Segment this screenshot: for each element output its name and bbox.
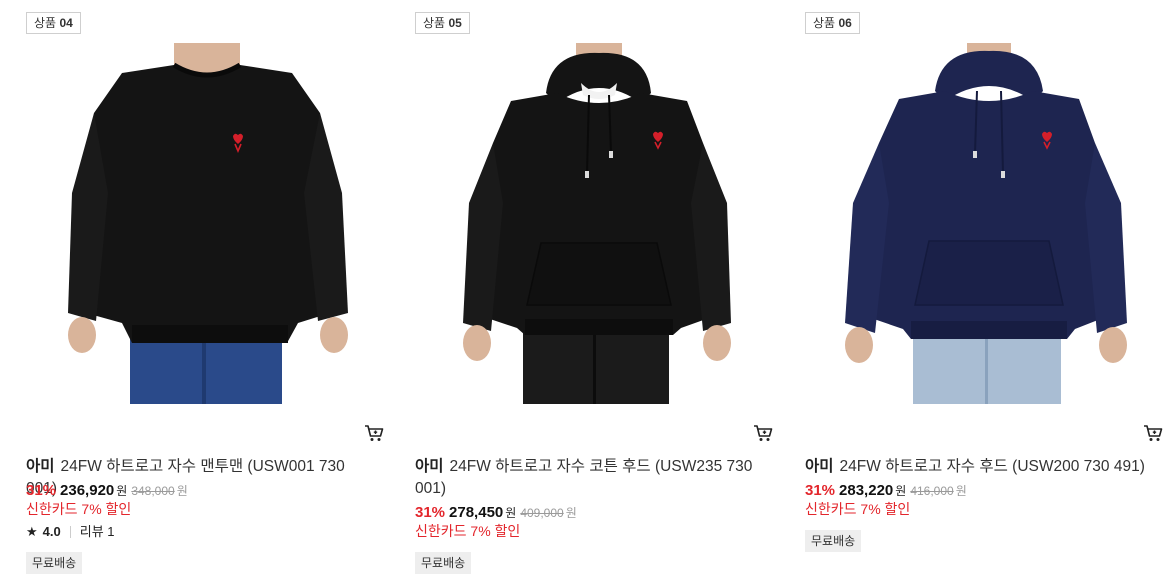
card-discount-text: 신한카드 7% 할인 [805,501,911,517]
rating-score: 4.0 [42,524,61,539]
sale-price: 283,220 [839,482,894,499]
price-row: 31% 236,920 원 348,000 원 [26,481,188,501]
currency-label: 원 [116,484,128,498]
free-shipping-badge: 무료배송 [415,552,472,574]
sweatshirt-image [52,43,362,404]
product-name[interactable]: 24FW 하트로고 자수 코튼 후드 (USW235 730 001) [415,458,752,497]
original-price: 409,000 [520,506,564,520]
add-to-cart-button[interactable] [364,424,384,442]
price-row: 31% 278,450 원 409,000 원 [415,503,577,523]
price-row: 31% 283,220 원 416,000 원 [805,481,967,501]
rank-label: 상품 06 [805,12,860,34]
shopping-cart-icon [1144,425,1163,441]
original-currency-label: 원 [565,506,577,520]
product-title[interactable]: 아미 24FW 하트로고 자수 후드 (USW200 730 491) [805,456,1150,478]
original-currency-label: 원 [176,484,188,498]
original-price: 416,000 [910,484,954,498]
add-to-cart-button[interactable] [753,424,773,442]
add-to-cart-button[interactable] [1143,424,1163,442]
discount-rate: 31% [26,482,57,499]
product-image[interactable] [831,43,1141,404]
sweatshirt-body [86,65,330,343]
card-discount-text: 신한카드 7% 할인 [26,501,132,517]
free-shipping-badge: 무료배송 [26,552,83,574]
rating-row[interactable]: ★ 4.0 리뷰 1 [26,523,115,541]
product-image[interactable] [441,43,751,404]
free-shipping-badge: 무료배송 [805,530,862,552]
product-card[interactable]: 상품 06 아미 24FW 하트로고 자수 후드 (USW200 730 491… [805,0,1167,585]
card-discount-text: 신한카드 7% 할인 [415,523,521,539]
divider [69,526,71,538]
discount-rate: 31% [415,504,446,521]
discount-rate: 31% [805,482,836,499]
review-count[interactable]: 리뷰 1 [80,523,115,541]
rank-label: 상품 05 [415,12,470,34]
sale-price: 236,920 [60,482,115,499]
product-title[interactable]: 아미 24FW 하트로고 자수 코튼 후드 (USW235 730 001) [415,456,760,500]
brand-name[interactable]: 아미 [805,458,834,475]
brand-name[interactable]: 아미 [415,458,444,475]
product-card[interactable]: 상품 04 아미 24FW 하트로고 자수 맨투맨 (USW001 730 00… [26,0,388,585]
product-name[interactable]: 24FW 하트로고 자수 후드 (USW200 730 491) [840,458,1145,475]
rank-label: 상품 04 [26,12,81,34]
star-icon: ★ [26,524,38,539]
product-card[interactable]: 상품 05 아미 24FW 하트로고 자수 코튼 후드 (USW235 730 … [415,0,777,585]
sale-price: 278,450 [449,504,504,521]
brand-name[interactable]: 아미 [26,458,55,475]
hoodie-image [831,43,1141,404]
shopping-cart-icon [365,425,384,441]
original-currency-label: 원 [955,484,967,498]
hoodie-image [441,43,751,404]
currency-label: 원 [895,484,907,498]
original-price: 348,000 [131,484,175,498]
currency-label: 원 [505,506,517,520]
product-image[interactable] [52,43,362,404]
shopping-cart-icon [754,425,773,441]
